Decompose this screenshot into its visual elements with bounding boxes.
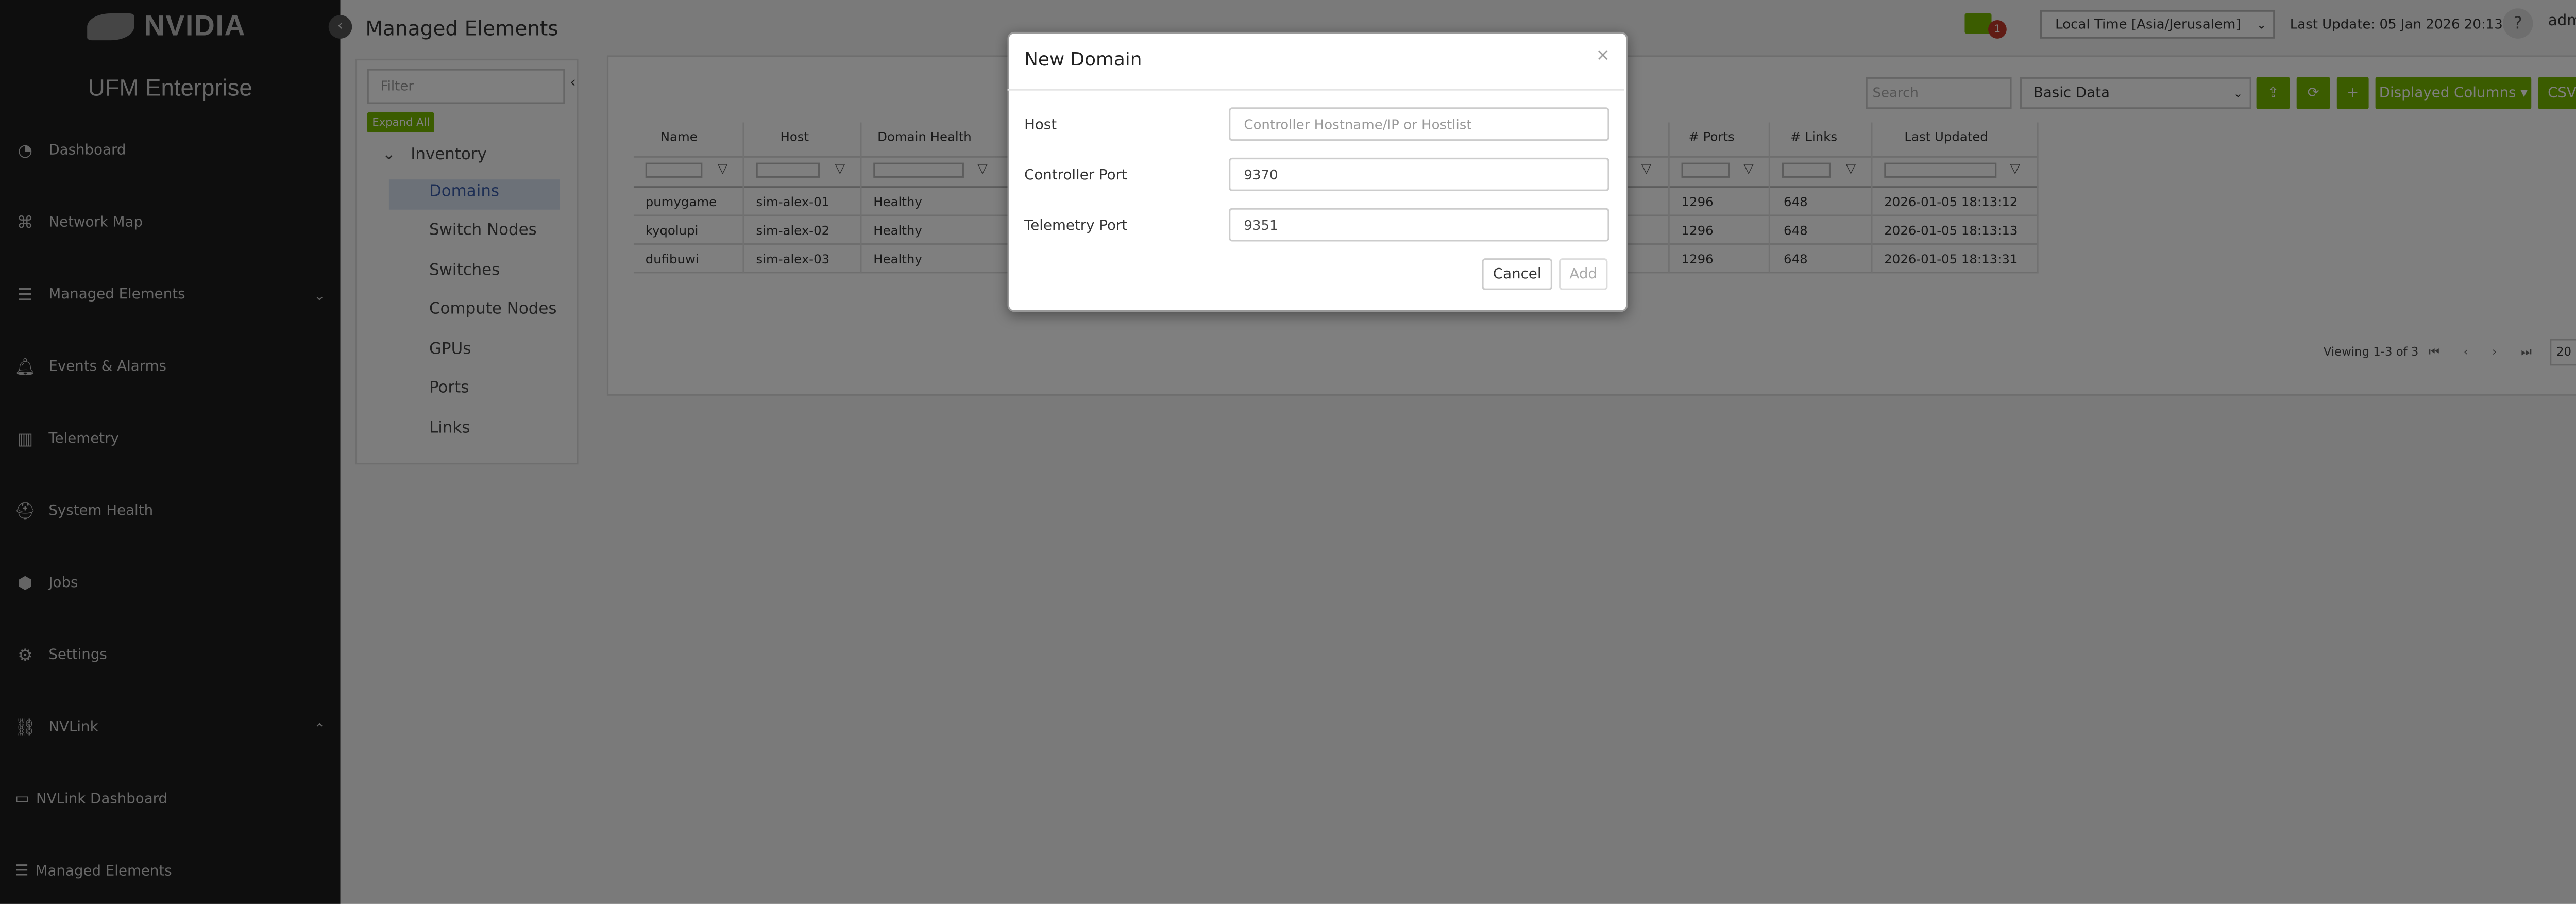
cancel-button[interactable]: Cancel [1482, 258, 1553, 290]
dialog-divider [1007, 89, 1624, 91]
host-input[interactable]: Controller Hostname/IP or Hostlist [1229, 107, 1609, 141]
controller-port-input[interactable]: 9370 [1229, 157, 1609, 191]
add-button[interactable]: Add [1559, 258, 1608, 290]
host-label: Host [1024, 117, 1057, 135]
telemetry-port-label: Telemetry Port [1024, 217, 1128, 235]
close-icon[interactable]: × [1596, 47, 1610, 65]
telemetry-port-input[interactable]: 9351 [1229, 208, 1609, 242]
controller-port-label: Controller Port [1024, 168, 1127, 185]
dialog-title: New Domain [1024, 48, 1142, 71]
